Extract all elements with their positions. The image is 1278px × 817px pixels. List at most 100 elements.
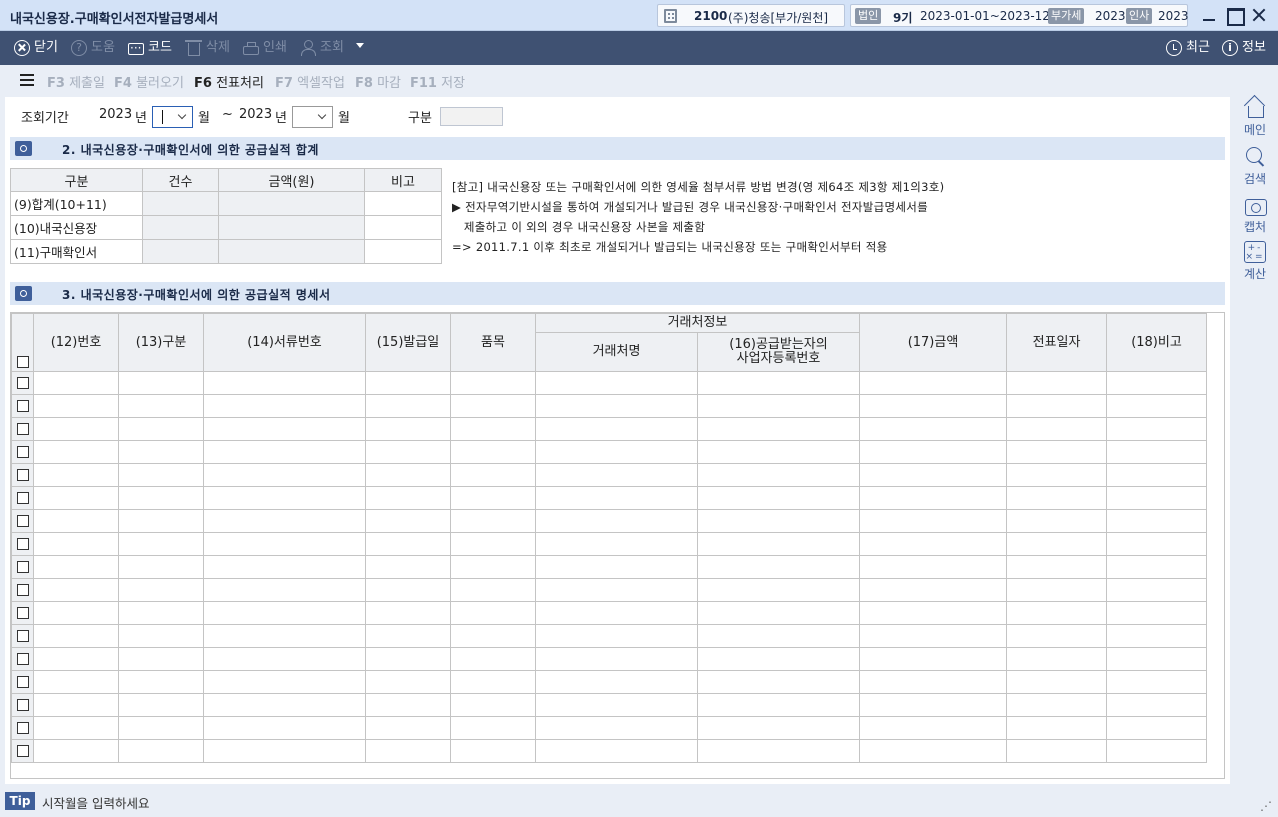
table-cell[interactable]	[697, 670, 860, 694]
table-cell[interactable]	[697, 532, 860, 556]
table-cell[interactable]	[859, 532, 1007, 556]
table-cell[interactable]	[450, 532, 536, 556]
table-row[interactable]	[11, 463, 1207, 487]
table-cell[interactable]	[1106, 371, 1207, 395]
table-cell[interactable]	[118, 670, 204, 694]
table-cell[interactable]	[118, 371, 204, 395]
table-cell[interactable]	[118, 463, 204, 487]
table-cell[interactable]	[450, 601, 536, 625]
table-cell[interactable]	[203, 716, 366, 740]
table-cell[interactable]	[365, 624, 451, 648]
table-cell[interactable]	[118, 739, 204, 763]
hamburger-menu-icon[interactable]	[20, 74, 34, 86]
table-cell[interactable]	[535, 578, 698, 602]
table-cell[interactable]	[1006, 578, 1107, 602]
table-cell[interactable]	[450, 739, 536, 763]
table-cell[interactable]	[203, 624, 366, 648]
row-checkbox[interactable]	[11, 394, 34, 418]
info-button[interactable]: i 정보	[1222, 39, 1266, 57]
recent-button[interactable]: 최근	[1166, 39, 1210, 57]
table-cell[interactable]	[859, 371, 1007, 395]
table-cell[interactable]	[365, 394, 451, 418]
table-cell[interactable]	[697, 693, 860, 717]
table-cell[interactable]	[450, 486, 536, 510]
table-row[interactable]	[11, 417, 1207, 441]
table-cell[interactable]	[450, 440, 536, 464]
table-cell[interactable]	[33, 417, 119, 441]
table-cell[interactable]	[365, 670, 451, 694]
table-cell[interactable]	[535, 394, 698, 418]
table-cell[interactable]	[118, 624, 204, 648]
table-cell[interactable]	[697, 624, 860, 648]
table-cell[interactable]	[697, 509, 860, 533]
table-row[interactable]	[11, 601, 1207, 625]
table-cell[interactable]	[1106, 647, 1207, 671]
table-cell[interactable]	[365, 532, 451, 556]
table-cell[interactable]	[859, 670, 1007, 694]
pc-remark-cell[interactable]	[364, 239, 442, 264]
table-row[interactable]	[11, 509, 1207, 533]
code-button[interactable]: 코드	[128, 39, 172, 57]
table-cell[interactable]	[697, 601, 860, 625]
table-cell[interactable]	[1106, 394, 1207, 418]
table-cell[interactable]	[1106, 417, 1207, 441]
close-icon[interactable]	[1251, 7, 1267, 23]
minimize-icon[interactable]	[1201, 7, 1217, 23]
f8-close[interactable]: F8 마감	[355, 72, 401, 91]
table-cell[interactable]	[1106, 578, 1207, 602]
table-cell[interactable]	[697, 716, 860, 740]
row-checkbox[interactable]	[11, 647, 34, 671]
table-cell[interactable]	[1106, 440, 1207, 464]
table-cell[interactable]	[697, 578, 860, 602]
table-cell[interactable]	[33, 440, 119, 464]
table-cell[interactable]	[859, 647, 1007, 671]
table-cell[interactable]	[1106, 739, 1207, 763]
select-all-checkbox[interactable]	[11, 313, 34, 372]
table-cell[interactable]	[450, 716, 536, 740]
table-cell[interactable]	[203, 555, 366, 579]
table-cell[interactable]	[33, 739, 119, 763]
table-cell[interactable]	[535, 532, 698, 556]
table-cell[interactable]	[33, 555, 119, 579]
table-cell[interactable]	[535, 716, 698, 740]
table-cell[interactable]	[33, 532, 119, 556]
table-cell[interactable]	[1006, 509, 1107, 533]
row-checkbox[interactable]	[11, 417, 34, 441]
table-cell[interactable]	[33, 624, 119, 648]
table-cell[interactable]	[365, 440, 451, 464]
table-cell[interactable]	[203, 601, 366, 625]
table-cell[interactable]	[118, 486, 204, 510]
table-cell[interactable]	[697, 486, 860, 510]
row-checkbox[interactable]	[11, 739, 34, 763]
table-cell[interactable]	[859, 417, 1007, 441]
table-cell[interactable]	[118, 532, 204, 556]
f7-excel[interactable]: F7 엑셀작업	[275, 72, 345, 91]
table-cell[interactable]	[1006, 670, 1107, 694]
table-cell[interactable]	[33, 693, 119, 717]
table-cell[interactable]	[203, 486, 366, 510]
table-cell[interactable]	[1006, 486, 1107, 510]
table-cell[interactable]	[365, 716, 451, 740]
table-cell[interactable]	[203, 578, 366, 602]
table-cell[interactable]	[33, 601, 119, 625]
table-cell[interactable]	[450, 417, 536, 441]
row-checkbox[interactable]	[11, 716, 34, 740]
row-checkbox[interactable]	[11, 532, 34, 556]
table-cell[interactable]	[535, 440, 698, 464]
more-dropdown-icon[interactable]	[356, 43, 364, 48]
table-cell[interactable]	[365, 486, 451, 510]
table-row[interactable]	[11, 532, 1207, 556]
table-cell[interactable]	[697, 463, 860, 487]
table-cell[interactable]	[697, 394, 860, 418]
lc-remark-cell[interactable]	[364, 215, 442, 240]
row-checkbox[interactable]	[11, 486, 34, 510]
table-cell[interactable]	[1006, 739, 1107, 763]
table-cell[interactable]	[118, 601, 204, 625]
table-cell[interactable]	[697, 739, 860, 763]
table-cell[interactable]	[33, 647, 119, 671]
table-cell[interactable]	[365, 463, 451, 487]
table-cell[interactable]	[33, 509, 119, 533]
table-cell[interactable]	[450, 463, 536, 487]
lookup-button[interactable]: 조회	[300, 39, 344, 57]
table-cell[interactable]	[859, 601, 1007, 625]
